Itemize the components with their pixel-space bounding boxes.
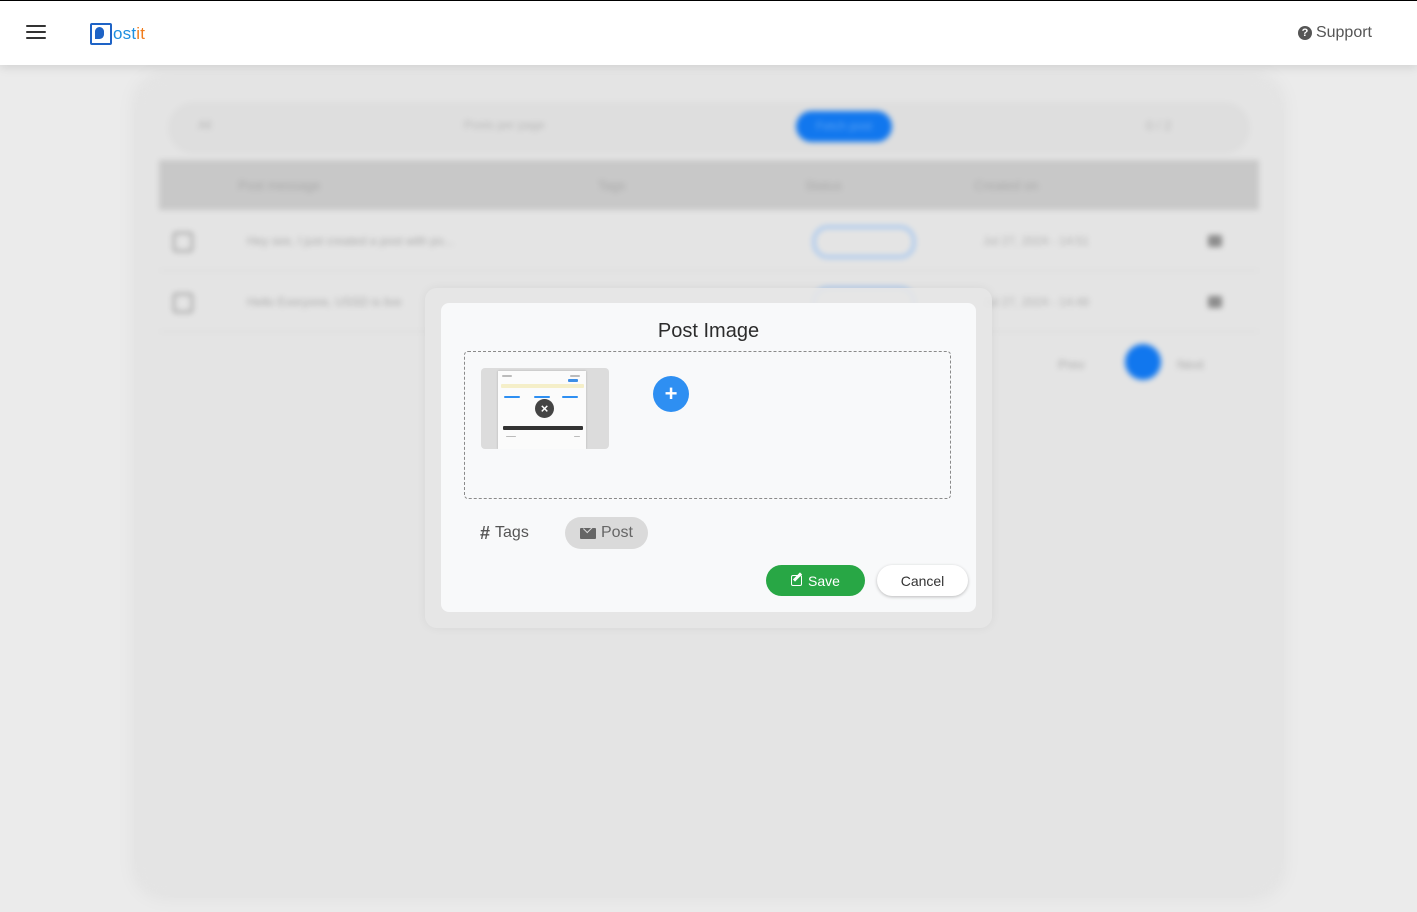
edit-icon (791, 575, 803, 586)
support-link[interactable]: ? Support (1297, 24, 1372, 42)
logo-text: ostit (113, 24, 146, 43)
save-label: Save (808, 572, 840, 589)
column-header: Created on (974, 178, 1039, 193)
tags-button[interactable]: # Tags (472, 517, 537, 549)
next-page-link: Next (1177, 357, 1204, 372)
row-message: Hey see, I just created a post with po..… (247, 234, 454, 248)
edit-icon (1208, 296, 1222, 308)
menu-icon[interactable] (26, 25, 46, 41)
save-button[interactable]: Save (766, 565, 865, 596)
row-checkbox (173, 232, 193, 252)
current-page-indicator (1125, 344, 1161, 380)
top-navbar: ostit ? Support (0, 0, 1417, 65)
row-date: Jul 27, 2024 - 14:51 (983, 234, 1090, 248)
post-image-modal: Post Image × + # Tags Post Save Cancel (441, 303, 976, 612)
image-thumbnail: × (481, 368, 609, 449)
row-checkbox (173, 293, 193, 313)
edit-icon (1208, 235, 1222, 247)
posts-per-page-select: Posts per page (464, 118, 545, 132)
filter-bar (168, 102, 1250, 154)
post-button[interactable]: Post (565, 517, 648, 549)
fetch-post-button: Fetch post (796, 111, 892, 142)
column-header: Tags (598, 178, 626, 193)
logo-p-mark (90, 23, 112, 45)
envelope-icon (579, 527, 596, 539)
remove-image-icon[interactable]: × (535, 399, 554, 418)
postit-logo[interactable]: ostit (90, 22, 145, 46)
add-image-button[interactable]: + (653, 376, 689, 412)
image-drop-zone[interactable]: × + (464, 351, 951, 499)
column-header: Post message (238, 178, 321, 193)
support-label: Support (1315, 24, 1372, 41)
post-image-modal-backdrop: Post Image × + # Tags Post Save Cancel (425, 288, 992, 628)
row-message: Hello Everyone, USSD is live (247, 295, 402, 309)
table-row: Hey see, I just created a post with po..… (159, 210, 1259, 271)
status-filter-select: All (198, 118, 212, 132)
modal-title: Post Image (657, 320, 760, 342)
hashtag-icon: # (480, 522, 491, 543)
tags-label: Tags (495, 524, 529, 541)
post-count: 0 / 2 (1146, 118, 1172, 133)
post-label: Post (600, 524, 633, 541)
prev-page-link: Prev (1058, 357, 1085, 372)
question-circle-icon: ? (1297, 26, 1312, 40)
row-date: Jul 27, 2024 - 14:48 (983, 295, 1090, 309)
column-header: Status (805, 178, 842, 193)
cancel-button[interactable]: Cancel (877, 565, 968, 596)
table-header (159, 160, 1259, 210)
status-badge (813, 226, 915, 258)
